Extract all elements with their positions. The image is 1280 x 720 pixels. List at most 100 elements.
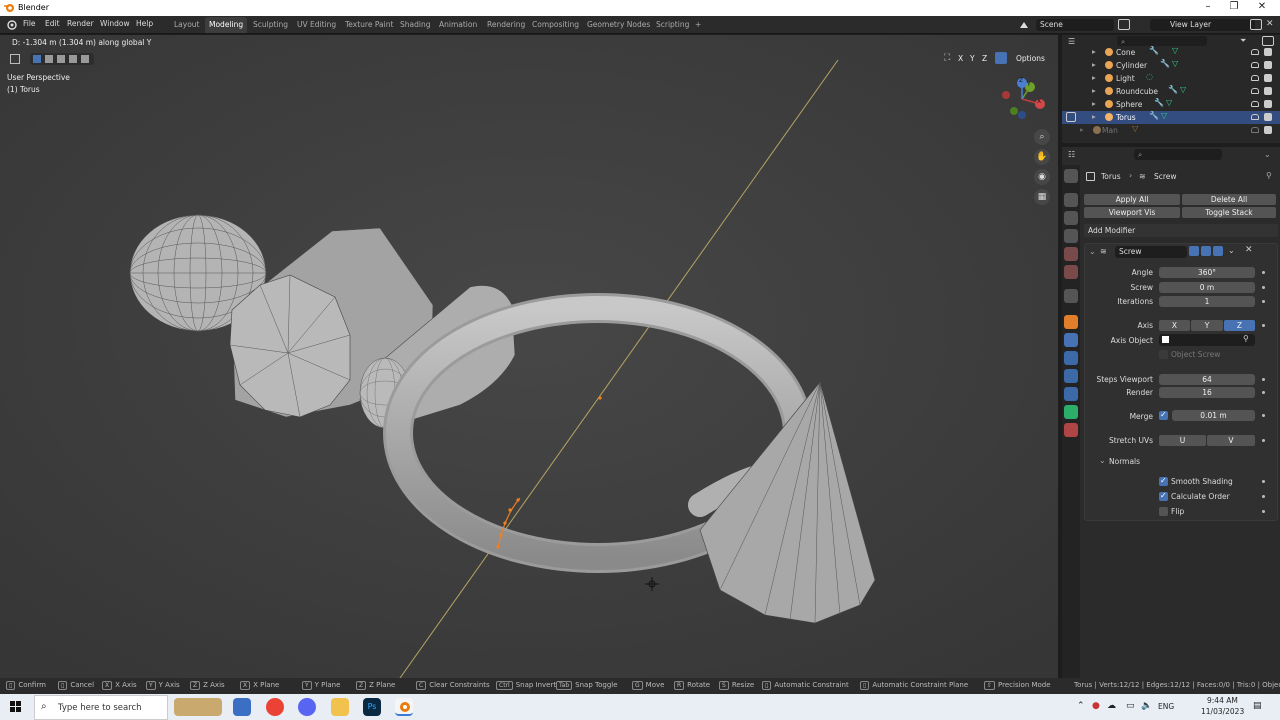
clock-date[interactable]: 11/03/2023	[1201, 707, 1244, 716]
keyframe-dot-icon[interactable]	[1262, 510, 1265, 513]
clock-time[interactable]: 9:44 AM	[1207, 696, 1238, 705]
language-indicator[interactable]: ENG	[1158, 702, 1174, 711]
steps-viewport-field[interactable]: 64	[1159, 374, 1255, 385]
keyframe-dot-icon[interactable]	[1262, 391, 1265, 394]
tab-animation[interactable]: Animation	[435, 17, 481, 33]
snap-icon[interactable]	[995, 52, 1007, 64]
tab-rendering[interactable]: Rendering	[483, 17, 529, 33]
tray-cloud-icon[interactable]: ☁	[1107, 701, 1116, 711]
keyframe-dot-icon[interactable]	[1262, 414, 1265, 417]
keyframe-dot-icon[interactable]	[1262, 378, 1265, 381]
keyframe-dot-icon[interactable]	[1262, 480, 1265, 483]
keyframe-dot-icon[interactable]	[1262, 271, 1265, 274]
outliner-editor-type-icon[interactable]: ☰	[1068, 37, 1080, 46]
axis-toggle-z[interactable]: Z	[982, 54, 987, 63]
output-tab-icon[interactable]	[1064, 211, 1078, 225]
taskbar-search-box[interactable]: ⌕ Type here to search	[34, 695, 168, 720]
visibility-eye-icon[interactable]	[1251, 101, 1259, 107]
render-camera-icon[interactable]	[1264, 87, 1272, 95]
stretch-v-button[interactable]: V	[1207, 435, 1255, 446]
vertex-select-icon[interactable]	[33, 55, 41, 63]
cursor-tool-icon[interactable]	[10, 54, 20, 64]
keyframe-dot-icon[interactable]	[1262, 495, 1265, 498]
maximize-icon[interactable]: ❐	[1224, 1, 1244, 15]
outliner-search-input[interactable]: ⌕	[1117, 36, 1207, 46]
tab-modeling[interactable]: Modeling	[205, 17, 248, 33]
tab-sculpting[interactable]: Sculpting	[249, 17, 292, 33]
eyedropper-icon[interactable]: ⚲	[1243, 334, 1249, 343]
data-tab-icon[interactable]	[1064, 405, 1078, 419]
axis-z-button[interactable]: Z	[1224, 320, 1255, 331]
collection-tab-icon[interactable]	[1064, 289, 1078, 303]
remove-modifier-icon[interactable]: ✕	[1245, 245, 1253, 255]
render-camera-icon[interactable]	[1264, 61, 1272, 69]
toggle-stack-button[interactable]: Toggle Stack	[1182, 207, 1276, 218]
merge-distance-field[interactable]: 0.01 m	[1172, 410, 1255, 421]
file-explorer-icon[interactable]	[331, 698, 349, 716]
constraints-tab-icon[interactable]	[1064, 387, 1078, 401]
particles-tab-icon[interactable]	[1064, 351, 1078, 365]
new-scene-icon[interactable]	[1118, 19, 1130, 30]
visibility-eye-icon[interactable]	[1251, 127, 1259, 133]
visibility-eye-icon[interactable]	[1251, 49, 1259, 55]
visibility-eye-icon[interactable]	[1251, 62, 1259, 68]
blender-taskbar-icon[interactable]	[395, 698, 413, 716]
tab-scripting[interactable]: Scripting	[652, 17, 693, 33]
flip-checkbox[interactable]	[1159, 507, 1168, 516]
render-camera-icon[interactable]	[1264, 74, 1272, 82]
tab-geometry-nodes[interactable]: Geometry Nodes	[583, 17, 654, 33]
world-tab-icon[interactable]	[1064, 265, 1078, 279]
render-tab-icon[interactable]	[1064, 193, 1078, 207]
scene-selector-icon[interactable]	[1018, 19, 1032, 31]
keyframe-dot-icon[interactable]	[1262, 439, 1265, 442]
edit-mode-toggle-icon[interactable]	[1189, 246, 1199, 256]
tab-layout[interactable]: Layout	[170, 17, 204, 33]
tab-uv-editing[interactable]: UV Editing	[293, 17, 340, 33]
app-m-icon[interactable]	[233, 698, 251, 716]
object-screw-checkbox[interactable]	[1159, 350, 1168, 359]
subtract-select-icon[interactable]	[81, 55, 89, 63]
tool-tab-icon[interactable]	[1064, 169, 1078, 183]
normals-subpanel-header[interactable]: Normals	[1109, 457, 1140, 466]
normals-chevron-icon[interactable]: ⌄	[1099, 456, 1106, 465]
add-modifier-dropdown[interactable]: Add Modifier	[1084, 224, 1278, 237]
tab-texture-paint[interactable]: Texture Paint	[341, 17, 397, 33]
outliner-item-sphere[interactable]: ▸ Sphere 🔧 ▽	[1062, 98, 1280, 111]
visibility-eye-icon[interactable]	[1251, 75, 1259, 81]
options-chevron-icon[interactable]: ⌄	[1264, 150, 1274, 160]
stretch-u-button[interactable]: U	[1159, 435, 1206, 446]
blender-menu-icon[interactable]	[6, 19, 17, 30]
view-layer-field[interactable]: View Layer	[1150, 19, 1255, 31]
modifier-menu-chevron-icon[interactable]: ⌄	[1228, 246, 1235, 255]
new-collection-icon[interactable]	[1262, 36, 1274, 46]
iterations-field[interactable]: 1	[1159, 296, 1255, 307]
visibility-eye-icon[interactable]	[1251, 114, 1259, 120]
selection-mode-group[interactable]	[30, 53, 94, 65]
keyframe-dot-icon[interactable]	[1262, 300, 1265, 303]
view-layer-tab-icon[interactable]	[1064, 229, 1078, 243]
outliner-item-cone[interactable]: ▸ Cone 🔧 ▽	[1062, 46, 1280, 59]
tab-compositing[interactable]: Compositing	[528, 17, 583, 33]
merge-checkbox[interactable]	[1159, 410, 1168, 420]
visibility-eye-icon[interactable]	[1251, 88, 1259, 94]
apply-all-button[interactable]: Apply All	[1084, 194, 1180, 205]
axis-x-button[interactable]: X	[1159, 320, 1190, 331]
news-widget-icon[interactable]	[174, 698, 222, 716]
render-camera-icon[interactable]	[1264, 126, 1272, 134]
navigation-gizmo[interactable]	[996, 77, 1052, 123]
outliner-item-torus[interactable]: ▸ Torus 🔧 ▽	[1062, 111, 1280, 124]
edit-mode-icon[interactable]	[1066, 112, 1076, 122]
new-view-layer-icon[interactable]	[1250, 19, 1262, 30]
photoshop-icon[interactable]: Ps	[363, 698, 381, 716]
edge-select-icon[interactable]	[45, 55, 53, 63]
screw-field[interactable]: 0 m	[1159, 282, 1255, 293]
render-camera-icon[interactable]	[1264, 48, 1272, 56]
menu-render[interactable]: Render	[67, 19, 94, 28]
physics-tab-icon[interactable]	[1064, 369, 1078, 383]
ortho-grid-icon[interactable]: ▦	[1034, 189, 1050, 205]
extend-select-icon[interactable]	[69, 55, 77, 63]
menu-edit[interactable]: Edit	[45, 19, 60, 28]
transform-gizmo-icon[interactable]: ⛶	[944, 53, 954, 63]
outliner-item-roundcube[interactable]: ▸ Roundcube 🔧 ▽	[1062, 85, 1280, 98]
menu-file[interactable]: File	[23, 19, 36, 28]
